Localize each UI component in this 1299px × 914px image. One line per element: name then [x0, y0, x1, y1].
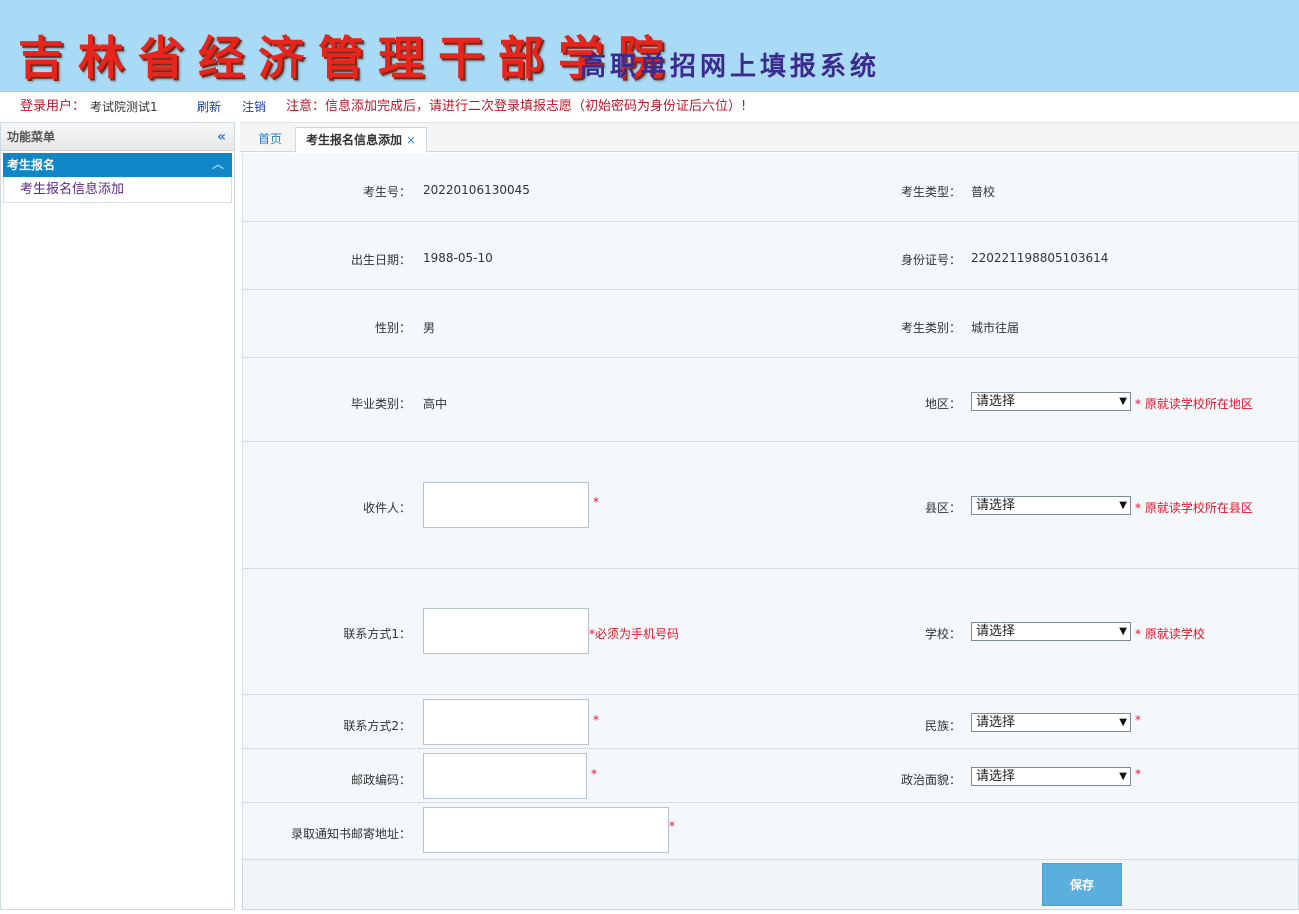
chevron-down-icon: ▼: [1119, 771, 1127, 782]
gender-label: 性别：: [374, 321, 411, 335]
user-label: 登录用户：: [20, 99, 86, 114]
close-icon[interactable]: ×: [406, 133, 416, 147]
form-row: 邮政编码： * 政治面貌： 请选择 ▼ *: [243, 749, 1299, 803]
tab-home[interactable]: 首页: [248, 127, 292, 153]
school-name: 吉林省经济管理干部学院: [18, 31, 678, 85]
school-selected: 请选择: [976, 624, 1016, 639]
exam-type-value: 普校: [971, 185, 996, 199]
id-no-label: 身份证号：: [900, 253, 961, 267]
grad-type-value: 高中: [423, 397, 448, 411]
county-hint: * 原就读学校所在县区: [1135, 501, 1253, 515]
form-row: 录取通知书邮寄地址： *: [243, 803, 1299, 859]
system-name: 高职单招网上填报系统: [580, 52, 881, 82]
form-footer: 保存: [242, 859, 1299, 910]
region-label: 地区：: [924, 397, 961, 411]
school-label: 学校：: [924, 627, 961, 641]
address-input[interactable]: [423, 807, 669, 853]
form-row: 联系方式1： *必须为手机号码 学校： 请选择 ▼ * 原就读学校: [243, 569, 1299, 695]
chevron-up-icon: ︿: [211, 157, 224, 171]
collapse-icon[interactable]: «: [217, 123, 226, 151]
chevron-down-icon: ▼: [1119, 717, 1127, 728]
tab-add-info-label: 考生报名信息添加: [306, 133, 403, 147]
logout-link[interactable]: 注销: [242, 92, 266, 122]
ethnic-label: 民族：: [924, 719, 961, 733]
school-hint: * 原就读学校: [1135, 627, 1205, 641]
sidebar-title: 功能菜单: [7, 130, 56, 144]
grad-type-label: 毕业类别：: [350, 397, 411, 411]
contact1-hint: *必须为手机号码: [589, 627, 680, 641]
postcode-hint: *: [591, 767, 597, 781]
chevron-down-icon: ▼: [1119, 396, 1127, 407]
county-label: 县区：: [924, 501, 961, 515]
form-row: 毕业类别： 高中 地区： 请选择 ▼ * 原就读学校所在地区: [243, 358, 1299, 442]
form-row: 联系方式2： * 民族： 请选择 ▼ *: [243, 695, 1299, 749]
contact1-label: 联系方式1：: [343, 627, 411, 641]
user-info-bar: 登录用户： 考试院测试1 刷新 注销 注意：信息添加完成后，请进行二次登录填报志…: [0, 92, 1299, 122]
registration-form: 考生号： 20220106130045 考生类型： 普校 出生日期： 1988-…: [242, 153, 1299, 859]
form-row: 考生号： 20220106130045 考生类型： 普校: [243, 153, 1299, 222]
political-selected: 请选择: [976, 769, 1016, 784]
political-select[interactable]: 请选择 ▼: [971, 767, 1131, 786]
address-hint: *: [669, 819, 675, 833]
gender-value: 男: [423, 321, 436, 335]
sidebar-header: 功能菜单 «: [1, 123, 234, 151]
sidebar: 功能菜单 « 考生报名 ︿ 考生报名信息添加: [0, 122, 235, 910]
birth-label: 出生日期：: [350, 253, 411, 267]
school-select[interactable]: 请选择 ▼: [971, 622, 1131, 641]
ethnic-hint: *: [1135, 713, 1141, 727]
form-row: 性别： 男 考生类别： 城市往届: [243, 290, 1299, 358]
region-hint: * 原就读学校所在地区: [1135, 397, 1253, 411]
exam-type-label: 考生类型：: [900, 185, 961, 199]
chevron-down-icon: ▼: [1119, 500, 1127, 511]
political-hint: *: [1135, 767, 1141, 781]
contact2-label: 联系方式2：: [343, 719, 411, 733]
refresh-link[interactable]: 刷新: [197, 92, 221, 122]
address-label: 录取通知书邮寄地址：: [290, 827, 411, 841]
recipient-input[interactable]: [423, 482, 589, 528]
postcode-label: 邮政编码：: [350, 773, 411, 787]
exam-no-label: 考生号：: [362, 185, 411, 199]
tab-add-info[interactable]: 考生报名信息添加 ×: [295, 127, 428, 153]
birth-value: 1988-05-10: [423, 251, 493, 265]
ethnic-select[interactable]: 请选择 ▼: [971, 713, 1131, 732]
contact2-hint: *: [593, 713, 599, 727]
notice-text: 注意：信息添加完成后，请进行二次登录填报志愿（初始密码为身份证后六位）!: [286, 99, 747, 114]
header-banner: 吉林省经济管理干部学院 高职单招网上填报系统: [0, 0, 1299, 92]
sidebar-item-add-info[interactable]: 考生报名信息添加: [3, 177, 232, 203]
tab-bar: 首页 考生报名信息添加 ×: [240, 122, 1299, 153]
category-value: 城市往届: [971, 321, 1020, 335]
main-content: 首页 考生报名信息添加 × 考生号： 20220106130045 考生类型： 普…: [240, 122, 1299, 910]
recipient-hint: *: [593, 495, 599, 509]
chevron-down-icon: ▼: [1119, 626, 1127, 637]
political-label: 政治面貌：: [900, 773, 961, 787]
id-no-value: 220221198805103614: [971, 251, 1109, 265]
postcode-input[interactable]: [423, 753, 587, 799]
recipient-label: 收件人：: [362, 501, 411, 515]
sidebar-group-registration[interactable]: 考生报名 ︿: [3, 153, 232, 177]
sidebar-group-label: 考生报名: [7, 158, 56, 172]
user-name: 考试院测试1: [90, 100, 158, 114]
category-label: 考生类别：: [900, 321, 961, 335]
county-select[interactable]: 请选择 ▼: [971, 496, 1131, 515]
region-selected: 请选择: [976, 394, 1016, 409]
ethnic-selected: 请选择: [976, 715, 1016, 730]
contact1-input[interactable]: [423, 608, 589, 654]
region-select[interactable]: 请选择 ▼: [971, 392, 1131, 411]
form-row: 出生日期： 1988-05-10 身份证号： 22022119880510361…: [243, 222, 1299, 290]
contact2-input[interactable]: [423, 699, 589, 745]
form-row: 收件人： * 县区： 请选择 ▼ * 原就读学校所在县区: [243, 442, 1299, 569]
county-selected: 请选择: [976, 498, 1016, 513]
save-button[interactable]: 保存: [1042, 863, 1122, 906]
exam-no-value: 20220106130045: [423, 183, 530, 197]
